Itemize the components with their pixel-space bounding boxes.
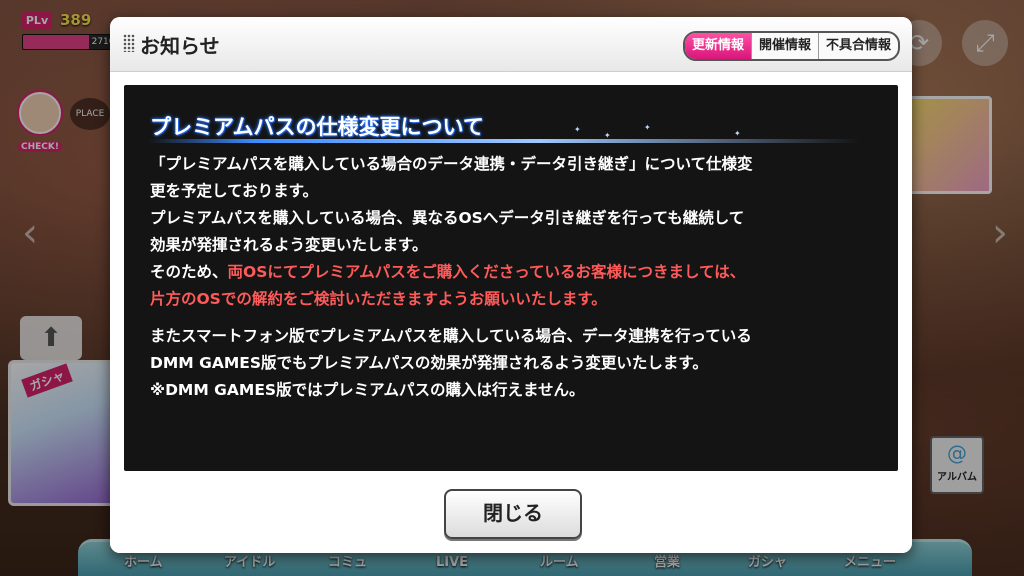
notice-paragraph-1: 「プレミアムパスを購入している場合のデータ連携・データ引き継ぎ」について仕様変 … xyxy=(150,151,880,313)
sparkle-icon: ✦ xyxy=(574,125,581,134)
tab-update-info[interactable]: 更新情報 xyxy=(684,33,751,59)
notice-line: そのため、両OSにてプレミアムパスをご購入くださっているお客様につきましては、 xyxy=(150,259,880,286)
sparkle-icon: ✦ xyxy=(604,131,611,140)
notice-line: 更を予定しております。 xyxy=(150,182,319,200)
grip-icon xyxy=(123,34,135,52)
modal-title: お知らせ xyxy=(140,34,220,58)
notice-highlight: 両OSにてプレミアムパスをご購入くださっているお客様につきましては、 xyxy=(227,263,746,281)
sparkle-icon: ✦ xyxy=(734,129,741,138)
sparkle-icon: ✦ xyxy=(644,123,651,132)
notice-line: 「プレミアムパスを購入している場合のデータ連携・データ引き継ぎ」について仕様変 xyxy=(150,155,753,173)
notice-text: そのため、 xyxy=(150,263,228,281)
close-button[interactable]: 閉じる xyxy=(444,489,582,539)
notice-tabs: 更新情報 開催情報 不具合情報 xyxy=(682,31,900,61)
tab-bug-info[interactable]: 不具合情報 xyxy=(817,33,898,59)
notice-line: ※DMM GAMES版ではプレミアムパスの購入は行えません。 xyxy=(150,381,585,399)
notice-line: プレミアムパスを購入している場合、異なるOSへデータ引き継ぎを行っても継続して xyxy=(150,209,745,227)
notice-line: 効果が発揮されるよう変更いたします。 xyxy=(150,236,428,254)
notice-highlight-line: 片方のOSでの解約をご検討いただきますようお願いいたします。 xyxy=(150,290,607,308)
modal-header: お知らせ 更新情報 開催情報 不具合情報 xyxy=(110,17,912,72)
notice-paragraph-2: またスマートフォン版でプレミアムパスを購入している場合、データ連携を行っている … xyxy=(150,323,880,404)
notice-heading: プレミアムパスの仕様変更について xyxy=(150,115,484,139)
notice-line: DMM GAMES版でもプレミアムパスの効果が発揮されるよう変更いたします。 xyxy=(150,354,708,372)
notice-line: またスマートフォン版でプレミアムパスを購入している場合、データ連携を行っている xyxy=(150,327,752,345)
tab-event-info[interactable]: 開催情報 xyxy=(750,33,818,59)
notice-content: プレミアムパスの仕様変更について ✦ ✦ ✦ ✦ 「プレミアムパスを購入している… xyxy=(124,85,898,471)
notice-modal: お知らせ 更新情報 開催情報 不具合情報 プレミアムパスの仕様変更について ✦ … xyxy=(110,17,912,553)
heading-underline xyxy=(148,139,860,143)
